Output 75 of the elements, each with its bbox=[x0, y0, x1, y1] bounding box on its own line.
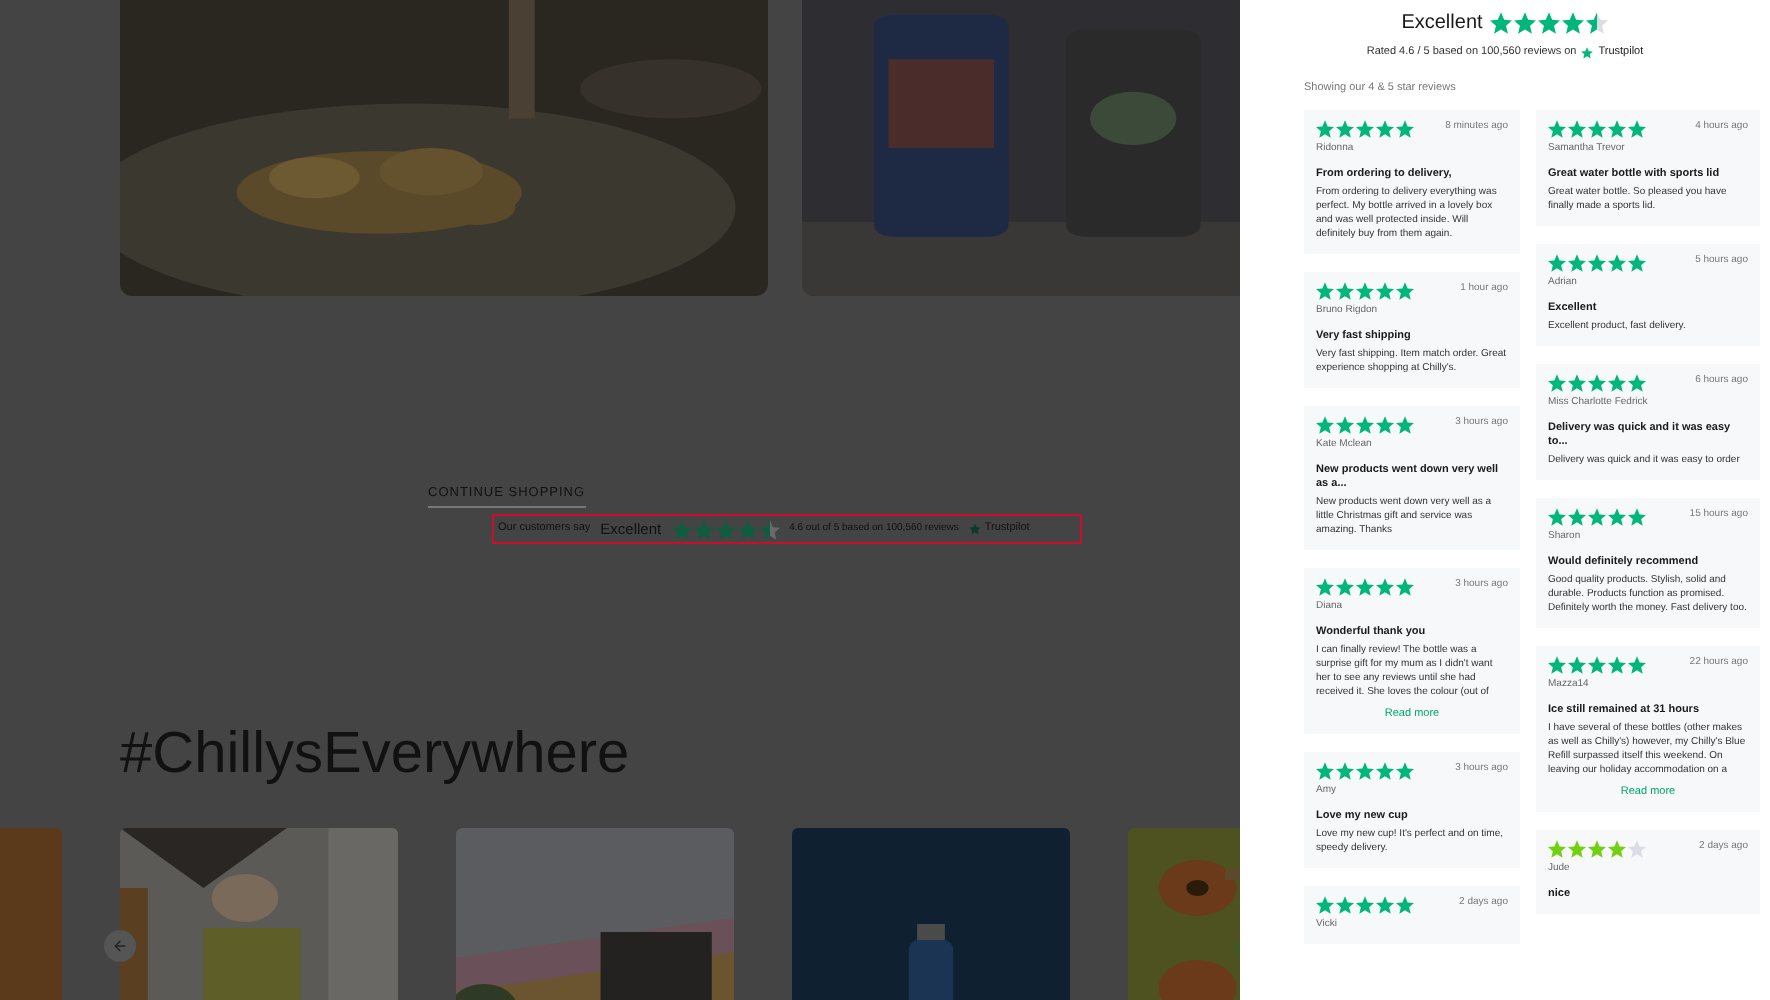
star-icon bbox=[1608, 839, 1626, 858]
star-icon bbox=[1336, 415, 1354, 433]
star-icon bbox=[1628, 839, 1646, 858]
star-icon bbox=[693, 519, 714, 539]
star-icon bbox=[1316, 415, 1334, 433]
star-icon bbox=[1376, 895, 1394, 914]
star-icon bbox=[1608, 507, 1626, 525]
star-icon bbox=[1336, 281, 1354, 299]
star-icon bbox=[737, 519, 758, 539]
arrow-left-icon bbox=[112, 938, 128, 954]
star-icon bbox=[1356, 761, 1374, 780]
star-icon bbox=[1548, 507, 1566, 525]
star-icon bbox=[1580, 45, 1595, 60]
star-icon bbox=[1356, 119, 1374, 137]
star-icon bbox=[1396, 577, 1414, 595]
star-icon bbox=[1588, 655, 1606, 673]
star-icon bbox=[1628, 373, 1646, 391]
star-icon bbox=[1568, 655, 1586, 673]
star-icon bbox=[1356, 415, 1374, 433]
star-icon bbox=[968, 522, 983, 536]
star-icon bbox=[1628, 507, 1646, 525]
star-icon bbox=[1562, 12, 1585, 34]
star-icon bbox=[1316, 119, 1334, 137]
star-icon bbox=[1568, 839, 1586, 858]
star-icon bbox=[1356, 895, 1374, 914]
star-icon bbox=[1316, 895, 1334, 914]
star-icon bbox=[1336, 577, 1354, 595]
star-icon bbox=[671, 519, 692, 539]
star-icon bbox=[1356, 281, 1374, 299]
star-icon bbox=[1356, 577, 1374, 595]
star-icon bbox=[1396, 761, 1414, 780]
star-icon bbox=[1336, 119, 1354, 137]
star-icon bbox=[1568, 507, 1586, 525]
panel-rating-word: Excellent bbox=[1401, 10, 1483, 38]
star-icon bbox=[1588, 373, 1606, 391]
star-icon bbox=[1396, 895, 1414, 914]
star-icon bbox=[1608, 119, 1626, 137]
star-icon bbox=[759, 519, 780, 539]
star-icon bbox=[1586, 12, 1609, 34]
star-icon bbox=[1376, 119, 1394, 137]
star-icon bbox=[1316, 281, 1334, 299]
star-icon bbox=[1514, 12, 1537, 34]
star-icon bbox=[1568, 119, 1586, 137]
star-icon bbox=[1628, 253, 1646, 271]
star-icon bbox=[1376, 281, 1394, 299]
star-icon bbox=[1316, 577, 1334, 595]
star-icon bbox=[1396, 281, 1414, 299]
star-icon bbox=[1608, 655, 1626, 673]
star-icon bbox=[1316, 761, 1334, 780]
star-icon bbox=[1336, 895, 1354, 914]
star-icon bbox=[1548, 655, 1566, 673]
star-icon bbox=[1588, 507, 1606, 525]
star-icon bbox=[1548, 253, 1566, 271]
star-icon bbox=[1396, 119, 1414, 137]
star-icon bbox=[1490, 12, 1513, 34]
star-icon bbox=[1548, 373, 1566, 391]
star-icon bbox=[1628, 655, 1646, 673]
star-icon bbox=[1336, 761, 1354, 780]
star-icon bbox=[1628, 119, 1646, 137]
star-icon bbox=[1376, 761, 1394, 780]
star-icon bbox=[1568, 373, 1586, 391]
previous-button[interactable] bbox=[104, 930, 136, 962]
star-icon bbox=[1548, 119, 1566, 137]
star-icon bbox=[1396, 415, 1414, 433]
star-icon bbox=[1548, 839, 1566, 858]
star-icon bbox=[1568, 253, 1586, 271]
star-icon bbox=[1608, 373, 1626, 391]
star-icon bbox=[1588, 119, 1606, 137]
star-icon bbox=[1376, 577, 1394, 595]
star-icon bbox=[1588, 253, 1606, 271]
star-icon bbox=[1608, 253, 1626, 271]
star-icon bbox=[1538, 12, 1561, 34]
star-icon bbox=[1376, 415, 1394, 433]
star-icon bbox=[1588, 839, 1606, 858]
star-icon bbox=[715, 519, 736, 539]
